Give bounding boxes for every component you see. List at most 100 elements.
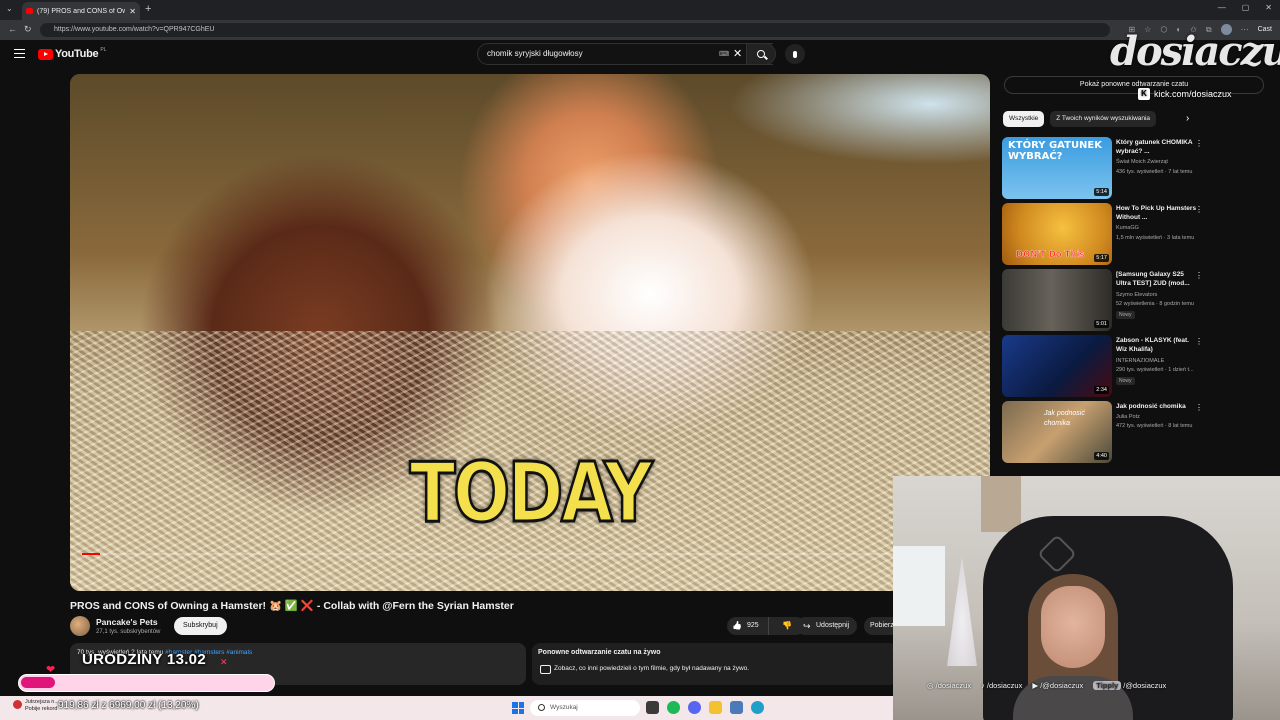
app-icon[interactable] [688, 701, 701, 714]
tab-title: (79) PROS and CONS of Owning a Hamster! [37, 7, 126, 15]
share-button[interactable]: Udostępnij [796, 617, 858, 635]
recommendation-item[interactable]: KTÓRY GATUNEK WYBRAĆ? 5:14 Który gatunek… [1002, 137, 1264, 199]
chat-replay-subtitle: Zobacz, co inni powiedzieli o tym filmie… [538, 665, 891, 674]
recommendation-meta: 436 tys. wyświetleń · 7 lat temu [1116, 169, 1193, 175]
more-options-icon[interactable]: ⋮ [1195, 271, 1203, 280]
more-options-icon[interactable]: ⋮ [1195, 337, 1203, 346]
kick-handle-text: kick.com/dosiaczux [1154, 89, 1232, 99]
url-field[interactable]: https://www.youtube.com/watch?v=QPR947CG… [40, 23, 1110, 37]
reload-icon[interactable]: ↻ [24, 24, 32, 35]
birthday-goal-title: URODZINY 13.02 [82, 651, 206, 668]
video-title: PROS and CONS of Owning a Hamster! 🐹 ✅ ❌… [70, 600, 514, 612]
youtube-header: YouTube PL chomik syryjski długowłosy ⌨ … [0, 40, 1280, 70]
more-options-icon[interactable]: ⋮ [1195, 205, 1203, 214]
like-button[interactable]: 925 [727, 617, 769, 635]
taskbar-search[interactable]: Wyszukaj [530, 700, 640, 716]
recommendation-meta: 52 wyświetlenia · 8 godzin temu [1116, 301, 1194, 307]
chevron-right-icon[interactable]: › [1186, 113, 1189, 124]
new-tab-icon[interactable]: + [145, 3, 151, 15]
back-icon[interactable]: ← [8, 24, 17, 34]
voice-search-button[interactable] [785, 44, 805, 64]
more-options-icon[interactable]: ⋮ [1195, 139, 1203, 148]
keyboard-icon[interactable]: ⌨ [719, 50, 729, 58]
minimize-icon[interactable]: — [1218, 3, 1226, 12]
more-options-icon[interactable]: ⋮ [1195, 403, 1203, 412]
duration-badge: 5:17 [1094, 254, 1109, 262]
recommendation-title[interactable]: Jak podnosić chomika [1116, 402, 1198, 411]
youtube-logo[interactable]: YouTube PL [38, 47, 107, 60]
webcam-christmas-tree [947, 556, 977, 666]
logo-country: PL [100, 47, 107, 53]
donation-goal-fill [21, 677, 55, 688]
recommendation-item[interactable]: 2:34 Zabson - KLASYK (feat. Wiz Khalifa)… [1002, 335, 1264, 397]
subscribe-button[interactable]: Subskrybuj [174, 617, 227, 635]
recommendation-title[interactable]: How To Pick Up Hamsters Without ... [1116, 204, 1198, 222]
edge-icon[interactable] [751, 701, 764, 714]
duration-badge: 2:34 [1094, 386, 1109, 394]
chip-from-search[interactable]: Z Twoich wyników wyszukiwania [1050, 111, 1157, 127]
recommendation-meta: 1,5 mln wyświetleń · 3 lata temu [1116, 235, 1195, 241]
heart-small-icon: ✕ [220, 657, 228, 667]
recommendation-meta: 290 tys. wyświetleń · 1 dzień t... [1116, 367, 1194, 373]
close-tab-icon[interactable]: ✕ [129, 7, 136, 16]
task-view-icon[interactable] [646, 701, 659, 714]
kick-handle: K kick.com/dosiaczux [1138, 88, 1232, 100]
recommendation-thumbnail[interactable]: KTÓRY GATUNEK WYBRAĆ? 5:14 [1002, 137, 1112, 199]
filter-chips: Wszystkie Z Twoich wyników wyszukiwania [1003, 111, 1157, 127]
download-button[interactable]: Pobierz [864, 617, 894, 635]
like-dislike-group: 925 👎 [727, 617, 805, 635]
clear-search-icon[interactable]: ✕ [733, 47, 742, 60]
recommendation-channel: INTERNAZIOMALE [1116, 358, 1165, 364]
windows-start-icon[interactable] [512, 702, 524, 714]
webcam-streamer-face [1041, 586, 1105, 668]
recommendation-title[interactable]: Który gatunek CHOMIKA wybrać? ... [1116, 138, 1198, 156]
recommendation-meta: 472 tys. wyświetleń · 8 lat temu [1116, 423, 1193, 429]
recommendation-item[interactable]: 5:01 [Samsung Galaxy S25 Ultra TEST] ZUD… [1002, 269, 1264, 331]
maximize-icon[interactable]: ▢ [1242, 3, 1250, 12]
tipply-handle: Tipply/@dosiaczux [1093, 681, 1166, 690]
thumbnail-caption: KTÓRY GATUNEK WYBRAĆ? [1008, 140, 1103, 162]
tiktok-handle: ♪ /dosiaczux [981, 681, 1023, 690]
channel-avatar[interactable] [70, 616, 90, 636]
recommendation-thumbnail[interactable]: 2:34 [1002, 335, 1112, 397]
webcam-window [893, 546, 945, 626]
browser-tab-bar: ⌄ (79) PROS and CONS of Owning a Hamster… [0, 0, 1280, 20]
channel-name[interactable]: Pancake's Pets [96, 617, 158, 627]
recommendation-item[interactable]: DON'T Do This 5:17 How To Pick Up Hamste… [1002, 203, 1264, 265]
recommendation-thumbnail[interactable]: DON'T Do This 5:17 [1002, 203, 1112, 265]
logo-wordmark: YouTube [55, 48, 99, 60]
video-progress-bar[interactable] [82, 553, 978, 555]
news-line-1: Jutrzejsza n... [25, 699, 59, 705]
new-badge: Nowy [1116, 311, 1135, 319]
new-badge: Nowy [1116, 377, 1135, 385]
microphone-icon [793, 50, 797, 58]
taskbar-apps [646, 701, 764, 714]
thumbnail-caption: Jak podnosić chomika [1044, 410, 1085, 427]
news-line-2: Pobije rekord [25, 706, 58, 712]
address-bar-row: ← ↻ https://www.youtube.com/watch?v=QPR9… [0, 20, 1280, 40]
settings-icon[interactable] [730, 701, 743, 714]
social-handles: ◎ /dosiaczux ♪ /dosiaczux ▶ /@dosiaczux … [927, 681, 1166, 690]
video-player[interactable]: TODAY [70, 74, 990, 591]
youtube-favicon-icon [26, 8, 33, 14]
webcam-shelf [981, 476, 1021, 532]
heart-icon: ❤ [46, 664, 56, 676]
menu-icon[interactable] [14, 49, 25, 58]
recommendation-channel: Julia Potz [1116, 414, 1140, 420]
close-window-icon[interactable]: ✕ [1265, 3, 1272, 12]
recommendation-thumbnail[interactable]: Jak podnosić chomika 4:40 [1002, 401, 1112, 463]
spotify-icon[interactable] [667, 701, 680, 714]
recommendation-item[interactable]: Jak podnosić chomika 4:40 Jak podnosić c… [1002, 401, 1264, 463]
browser-tab[interactable]: (79) PROS and CONS of Owning a Hamster! … [22, 2, 140, 20]
duration-badge: 4:40 [1094, 452, 1109, 460]
file-explorer-icon[interactable] [709, 701, 722, 714]
news-widget[interactable]: Jutrzejsza n... Pobije rekord [13, 699, 59, 713]
chip-all[interactable]: Wszystkie [1003, 111, 1045, 127]
search-button[interactable] [746, 43, 776, 65]
recommendation-title[interactable]: [Samsung Galaxy S25 Ultra TEST] ZUD (mod… [1116, 270, 1198, 288]
recommendation-thumbnail[interactable]: 5:01 [1002, 269, 1112, 331]
chat-replay-title: Ponowne odtwarzanie czatu na żywo [538, 649, 661, 656]
tab-search-icon[interactable]: ⌄ [6, 4, 13, 13]
recommendation-title[interactable]: Zabson - KLASYK (feat. Wiz Khalifa) [1116, 336, 1198, 354]
chat-replay-panel[interactable]: Ponowne odtwarzanie czatu na żywo Zobacz… [532, 643, 897, 685]
